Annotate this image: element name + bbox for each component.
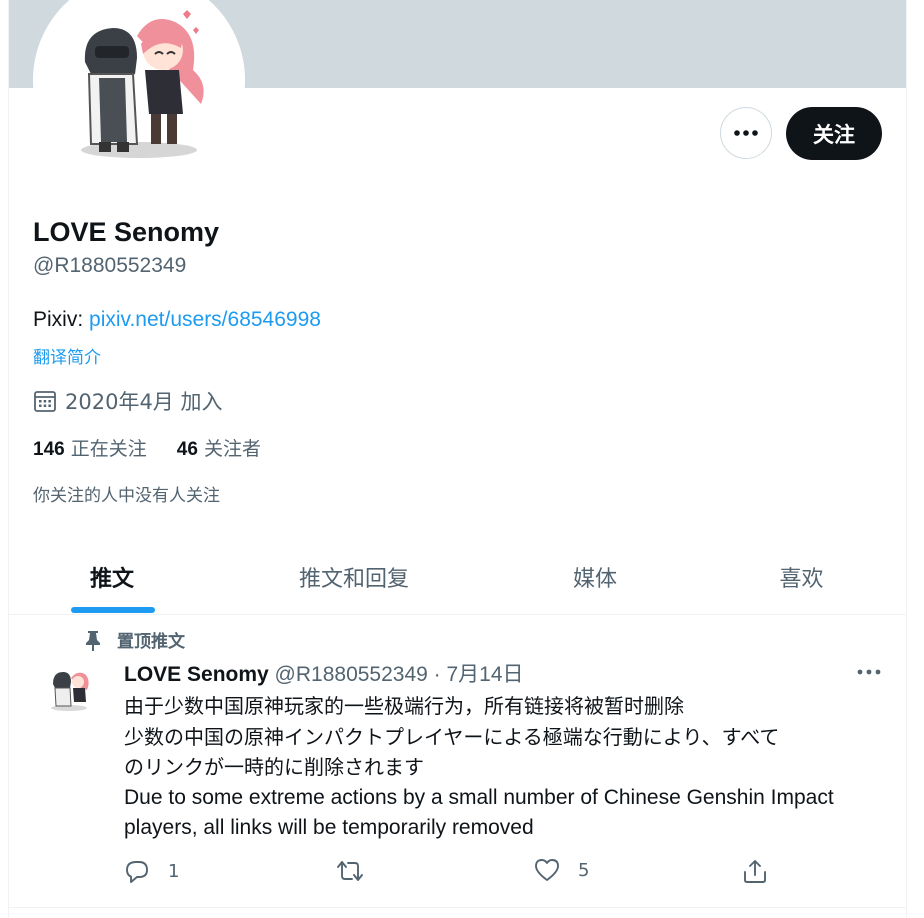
follow-button[interactable]: 关注 bbox=[786, 107, 882, 160]
join-date-text: 2020年4月 加入 bbox=[65, 390, 223, 414]
retweet-icon bbox=[337, 861, 363, 881]
followers-link[interactable]: 46 关注者 bbox=[177, 434, 261, 461]
mutual-followers-note: 你关注的人中没有人关注 bbox=[33, 486, 220, 506]
tweet-line: のリンクが一時的に削除されます bbox=[124, 755, 424, 779]
divider bbox=[9, 907, 906, 908]
like-button[interactable]: 5 bbox=[534, 858, 589, 882]
pinned-text: 置顶推文 bbox=[117, 632, 185, 652]
following-label: 正在关注 bbox=[70, 438, 147, 460]
more-options-button[interactable] bbox=[720, 107, 772, 159]
like-count: 5 bbox=[578, 859, 590, 881]
profile-handle: @R1880552349 bbox=[33, 254, 187, 277]
share-icon bbox=[744, 860, 766, 883]
reply-icon bbox=[126, 861, 148, 883]
profile-name: LOVE Senomy bbox=[33, 217, 220, 247]
following-count: 146 bbox=[33, 439, 65, 460]
followers-label: 关注者 bbox=[203, 438, 261, 460]
bio-text: Pixiv: bbox=[33, 308, 90, 331]
tab-likes[interactable]: 喜欢 bbox=[697, 540, 906, 614]
following-link[interactable]: 146 正在关注 bbox=[33, 434, 147, 461]
tab-tweets-replies[interactable]: 推文和回复 bbox=[215, 540, 493, 614]
active-tab-indicator bbox=[71, 607, 155, 613]
tab-tweets[interactable]: 推文 bbox=[9, 540, 215, 614]
tweet-header: LOVE Senomy @R1880552349 · 7月14日 bbox=[124, 658, 524, 688]
more-horizontal-icon bbox=[857, 669, 881, 675]
tweet-line: Due to some extreme actions by a small n… bbox=[124, 785, 834, 809]
tweet-more-button[interactable] bbox=[855, 660, 883, 684]
heart-icon bbox=[535, 859, 559, 881]
tweet-text: 由于少数中国原神玩家的一些极端行为，所有链接将被暂时删除 少数の中国の原神インパ… bbox=[124, 691, 884, 844]
join-date: 2020年4月 加入 bbox=[33, 386, 222, 416]
tab-media[interactable]: 媒体 bbox=[493, 540, 697, 614]
reply-count: 1 bbox=[168, 860, 180, 882]
profile-tabs: 推文 推文和回复 媒体 喜欢 bbox=[9, 540, 906, 615]
follow-stats: 146 正在关注 46 关注者 bbox=[33, 434, 261, 461]
retweet-button[interactable] bbox=[336, 858, 382, 884]
bio-link[interactable]: pixiv.net/users/68546998 bbox=[89, 308, 321, 331]
profile-bio: Pixiv: pixiv.net/users/68546998 bbox=[33, 308, 321, 332]
share-button[interactable] bbox=[742, 858, 768, 884]
reply-button[interactable]: 1 bbox=[124, 858, 179, 884]
tweet-actions: 1 5 bbox=[124, 858, 884, 888]
translate-bio-link[interactable]: 翻译简介 bbox=[33, 343, 101, 368]
more-horizontal-icon bbox=[734, 130, 758, 136]
tweet-line: 少数の中国の原神インパクトプレイヤーによる極端な行動により、すべて bbox=[124, 724, 780, 749]
tweet-line: players, all links will be temporarily r… bbox=[124, 816, 534, 839]
profile-avatar[interactable] bbox=[33, 0, 245, 186]
profile-page: 关注 LOVE Senomy @R1880552349 Pixiv: pixiv… bbox=[8, 0, 907, 918]
followers-count: 46 bbox=[176, 439, 198, 460]
tweet-avatar[interactable] bbox=[41, 660, 97, 716]
pin-icon bbox=[86, 630, 100, 651]
calendar-icon bbox=[34, 391, 56, 412]
tweet-line: 由于少数中国原神玩家的一些极端行为，所有链接将被暂时删除 bbox=[124, 694, 684, 718]
tweet-handle-date[interactable]: @R1880552349 · 7月14日 bbox=[275, 663, 524, 686]
tweet-author-name[interactable]: LOVE Senomy bbox=[124, 663, 269, 686]
pinned-label: 置顶推文 bbox=[83, 627, 185, 652]
